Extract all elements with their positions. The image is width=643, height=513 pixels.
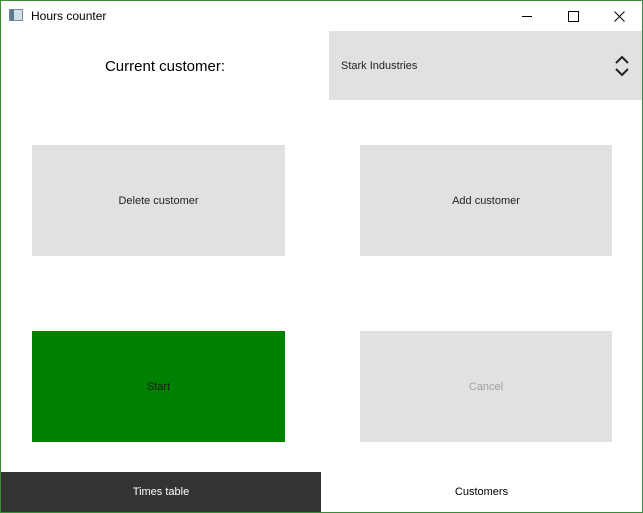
window-title: Hours counter	[31, 9, 107, 23]
maximize-icon	[567, 10, 579, 22]
close-icon	[613, 10, 625, 22]
tab-times-table[interactable]: Times table	[1, 472, 321, 512]
customer-select[interactable]: Stark Industries	[329, 31, 642, 100]
customer-select-value: Stark Industries	[341, 59, 418, 72]
current-customer-label: Current customer:	[104, 57, 226, 75]
title-bar: Hours counter	[1, 1, 642, 31]
maximize-button[interactable]	[550, 1, 596, 31]
minimize-icon	[521, 15, 532, 17]
up-down-arrows-icon	[615, 55, 629, 77]
delete-customer-button[interactable]: Delete customer	[32, 145, 285, 256]
app-icon	[9, 9, 23, 21]
app-window: Hours counter Current customer: Stark In…	[0, 0, 643, 513]
cancel-button: Cancel	[360, 331, 612, 442]
add-customer-button[interactable]: Add customer	[360, 145, 612, 256]
minimize-button[interactable]	[504, 1, 550, 31]
close-button[interactable]	[596, 1, 642, 31]
start-button[interactable]: Start	[32, 331, 285, 442]
tab-customers[interactable]: Customers	[321, 472, 642, 512]
